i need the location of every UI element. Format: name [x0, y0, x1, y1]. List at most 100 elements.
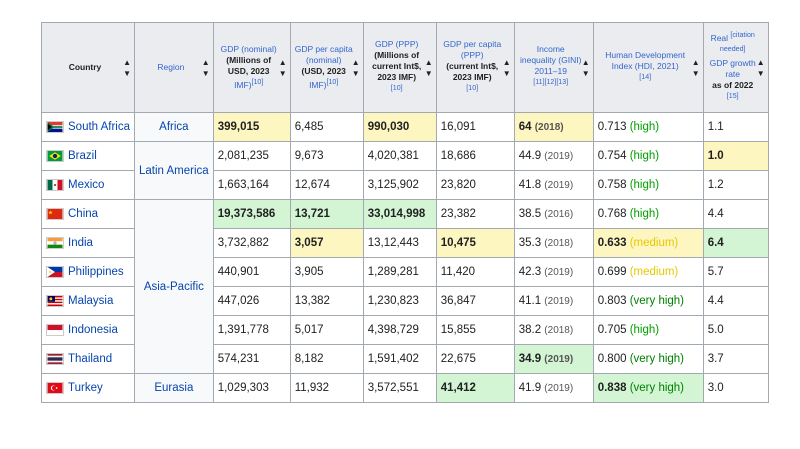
header-gdp-ppp[interactable]: GDP (PPP) (Millions of current Int$, 202…	[362, 22, 437, 113]
gdp-ppp-pc-cell: 15,855	[435, 315, 515, 345]
gini-cell: 41.1 (2019)	[513, 286, 594, 316]
gdp-pc-cell: 13,721	[289, 199, 364, 229]
gdp-ppp-cell: 1,289,281	[362, 257, 437, 287]
header-growth-rate[interactable]: Real [citation needed] GDP growth rate a…	[702, 22, 769, 113]
gdp-cell: 574,231	[212, 344, 291, 374]
gini-cell: 42.3 (2019)	[513, 257, 594, 287]
gdp-pc-cell: 3,905	[289, 257, 364, 287]
table-wrapper: Country ▲ ▼ Region ▲ ▼ GDP (nominal) (Mill…	[40, 22, 769, 403]
hdi-cell: 0.800 (very high)	[592, 344, 704, 374]
gdp-ppp-cell: 4,020,381	[362, 141, 437, 171]
header-hdi[interactable]: Human Development Index (HDI, 2021) [14]…	[592, 22, 704, 113]
growth-cell: 4.4	[702, 199, 769, 229]
gdp-pc-cell: 6,485	[289, 112, 364, 142]
sort-icon[interactable]: ▲ ▼	[692, 57, 700, 79]
gdp-ppp-pc-cell: 11,420	[435, 257, 515, 287]
growth-cell: 3.0	[702, 373, 769, 403]
gdp-pc-cell: 8,182	[289, 344, 364, 374]
sort-icon[interactable]: ▲ ▼	[279, 57, 287, 79]
gini-cell: 38.5 (2016)	[513, 199, 594, 229]
brics-comparison-table: Country ▲ ▼ Region ▲ ▼ GDP (nominal) (Mill…	[40, 22, 769, 403]
gdp-cell: 19,373,586	[212, 199, 291, 229]
south-africa-flag-icon	[46, 120, 64, 133]
sort-icon[interactable]: ▲ ▼	[352, 57, 360, 79]
country-cell[interactable]: Brazil	[40, 141, 136, 171]
gdp-ppp-cell: 1,230,823	[362, 286, 437, 316]
country-cell[interactable]: Malaysia	[40, 286, 136, 316]
philippines-flag-icon	[46, 265, 64, 278]
header-income-inequality[interactable]: Income inequality (GINI) 2011–19 [11][12…	[513, 22, 594, 113]
country-cell[interactable]: Thailand	[40, 344, 136, 374]
sort-icon[interactable]: ▲ ▼	[582, 57, 590, 79]
region-cell[interactable]: Asia-Pacific	[134, 199, 214, 374]
gini-cell: 41.8 (2019)	[513, 170, 594, 200]
gdp-ppp-pc-cell: 23,382	[435, 199, 515, 229]
gdp-ppp-cell: 13,12,443	[362, 228, 437, 258]
region-cell[interactable]: Africa	[134, 112, 214, 142]
gdp-cell: 447,026	[212, 286, 291, 316]
region-cell[interactable]: Latin America	[134, 141, 214, 200]
gdp-ppp-cell: 3,572,551	[362, 373, 437, 403]
header-gdp-ppp-per-capita[interactable]: GDP per capita (PPP) (current Int$, 2023…	[435, 22, 515, 113]
hdi-cell: 0.754 (high)	[592, 141, 704, 171]
country-cell[interactable]: Indonesia	[40, 315, 136, 345]
gdp-cell: 2,081,235	[212, 141, 291, 171]
gdp-pc-cell: 9,673	[289, 141, 364, 171]
sort-icon[interactable]: ▲ ▼	[202, 57, 210, 79]
gdp-cell: 1,029,303	[212, 373, 291, 403]
country-cell[interactable]: Mexico	[40, 170, 136, 200]
country-cell[interactable]: Turkey	[40, 373, 136, 403]
sort-icon[interactable]: ▲ ▼	[757, 57, 765, 79]
header-row: Country ▲ ▼ Region ▲ ▼ GDP (nominal) (Mill…	[40, 22, 769, 113]
gini-cell: 64 (2018)	[513, 112, 594, 142]
header-gdp-nominal[interactable]: GDP (nominal) (Millions of USD, 2023 IMF…	[212, 22, 291, 113]
hdi-cell: 0.838 (very high)	[592, 373, 704, 403]
table-row: Brazil Latin America 2,081,235 9,673 4,0…	[40, 141, 769, 200]
gdp-pc-cell: 3,057	[289, 228, 364, 258]
sort-icon[interactable]: ▲ ▼	[123, 57, 131, 79]
growth-cell: 6.4	[702, 228, 769, 258]
growth-cell: 4.4	[702, 286, 769, 316]
gini-cell: 41.9 (2019)	[513, 373, 594, 403]
sort-icon[interactable]: ▲ ▼	[425, 57, 433, 79]
brazil-flag-icon	[46, 149, 64, 162]
country-cell[interactable]: South Africa	[40, 112, 136, 142]
growth-cell: 1.0	[702, 141, 769, 171]
gdp-cell: 440,901	[212, 257, 291, 287]
hdi-cell: 0.803 (very high)	[592, 286, 704, 316]
region-cell[interactable]: Eurasia	[134, 373, 214, 403]
hdi-cell: 0.699 (medium)	[592, 257, 704, 287]
gdp-ppp-pc-cell: 16,091	[435, 112, 515, 142]
gdp-cell: 3,732,882	[212, 228, 291, 258]
thailand-flag-icon	[46, 352, 64, 365]
gdp-ppp-pc-cell: 41,412	[435, 373, 515, 403]
hdi-cell: 0.713 (high)	[592, 112, 704, 142]
country-cell[interactable]: India	[40, 228, 136, 258]
gdp-ppp-cell: 3,125,902	[362, 170, 437, 200]
indonesia-flag-icon	[46, 323, 64, 336]
gdp-pc-cell: 5,017	[289, 315, 364, 345]
gdp-pc-cell: 11,932	[289, 373, 364, 403]
hdi-cell: 0.705 (high)	[592, 315, 704, 345]
growth-cell: 5.0	[702, 315, 769, 345]
gdp-pc-cell: 12,674	[289, 170, 364, 200]
header-region[interactable]: Region ▲ ▼	[134, 22, 214, 113]
gini-cell: 35.3 (2018)	[513, 228, 594, 258]
gdp-ppp-cell: 1,591,402	[362, 344, 437, 374]
gdp-ppp-cell: 990,030	[362, 112, 437, 142]
header-gdp-per-capita[interactable]: GDP per capita (nominal) (USD, 2023 IMF)…	[289, 22, 364, 113]
gdp-ppp-pc-cell: 23,820	[435, 170, 515, 200]
growth-cell: 3.7	[702, 344, 769, 374]
gdp-ppp-cell: 33,014,998	[362, 199, 437, 229]
country-cell[interactable]: Philippines	[40, 257, 136, 287]
header-country[interactable]: Country ▲ ▼	[40, 22, 136, 113]
gdp-ppp-pc-cell: 18,686	[435, 141, 515, 171]
country-cell[interactable]: China	[40, 199, 136, 229]
turkey-flag-icon	[46, 381, 64, 394]
gdp-ppp-pc-cell: 10,475	[435, 228, 515, 258]
gdp-cell: 1,663,164	[212, 170, 291, 200]
sort-icon[interactable]: ▲ ▼	[503, 57, 511, 79]
hdi-cell: 0.758 (high)	[592, 170, 704, 200]
hdi-cell: 0.633 (medium)	[592, 228, 704, 258]
growth-cell: 1.1	[702, 112, 769, 142]
